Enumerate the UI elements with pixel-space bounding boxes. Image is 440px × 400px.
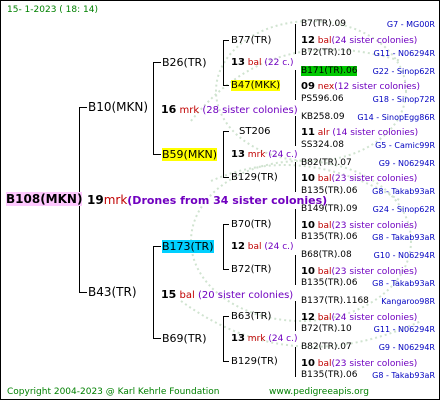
gen4-left-10[interactable]: B68(TR).08: [301, 249, 352, 262]
connector: [153, 154, 161, 155]
node-b77[interactable]: B77(TR): [231, 34, 271, 47]
drone-count: 19: [87, 193, 104, 207]
connector: [223, 224, 224, 270]
connector: [153, 246, 154, 339]
drone-sister-colonies: (Drones from 34 sister colonies): [127, 194, 328, 207]
gen4-left-0[interactable]: B7(TR).09: [301, 18, 346, 31]
gen4-right-12: Kangaroo98R: [381, 297, 435, 306]
gen4-right-14: G9 - N06294R: [378, 343, 435, 352]
connector: [295, 24, 296, 54]
pedigree-chart: 15- 1-2023 ( 18: 14) B108(MKN) 19mrk(Dro…: [0, 0, 440, 400]
gen4-left-6[interactable]: B82(TR).07: [301, 157, 352, 170]
connector: [295, 70, 296, 100]
gen4-left-11[interactable]: B135(TR).06: [301, 277, 357, 290]
connector: [295, 255, 296, 285]
gen4-left-15[interactable]: B135(TR).06: [301, 369, 357, 382]
gen4-right-13: G11 - N06294R: [373, 325, 435, 334]
node-b26[interactable]: B26(TR): [162, 56, 207, 69]
node-b69-drones: 13 mrk (24 c.): [231, 333, 298, 344]
node-b77-drones: 12 bal(24 sister colonies): [301, 35, 418, 46]
connector: [223, 177, 229, 178]
gen4-right-2: G22 - Sinop62R: [372, 67, 435, 76]
drone-species: mrk: [103, 193, 128, 207]
gen4-left-13[interactable]: B72(TR).10: [301, 323, 352, 336]
gen4-right-9: G8 - Takab93aR: [372, 233, 435, 242]
connector: [153, 62, 154, 155]
connector: [223, 131, 224, 178]
gen4-left-2[interactable]: B171(TR).06: [301, 65, 358, 78]
gen4-left-5[interactable]: SS324.08: [301, 139, 344, 152]
node-b129a[interactable]: B129(TR): [231, 171, 278, 184]
connector: [295, 347, 296, 377]
gen4-right-3: G18 - Sinop72R: [372, 95, 435, 104]
gen4-left-1[interactable]: B72(TR).10: [301, 47, 352, 60]
connector: [295, 209, 296, 239]
gen4-right-4: G14 - SinopEgg86R: [357, 113, 435, 122]
gen4-right-8: G24 - Sinop62R: [372, 205, 435, 214]
gen4-left-7[interactable]: B135(TR).06: [301, 185, 357, 198]
gen4-left-4[interactable]: KB258.09: [301, 111, 345, 124]
connector: [223, 316, 229, 317]
connector: [79, 292, 87, 293]
node-b43-drones: 15 bal (20 sister colonies): [161, 288, 294, 301]
node-b69[interactable]: B69(TR): [162, 332, 207, 345]
node-b173-drones: 12 bal (24 c.): [231, 241, 294, 252]
gen4-right-15: G8 - Takab93aR: [372, 371, 435, 380]
root-node[interactable]: B108(MKN): [6, 192, 83, 206]
date-stamp: 15- 1-2023 ( 18: 14): [7, 5, 98, 15]
gen4-left-3[interactable]: PS596.06: [301, 93, 344, 106]
node-b59[interactable]: B59(MKN): [162, 148, 218, 161]
gen4-right-5: G5 - Camic99R: [375, 141, 435, 150]
gen4-right-0: G7 - MG00R: [386, 20, 435, 29]
node-b129b[interactable]: B129(TR): [231, 355, 278, 368]
gen4-left-8[interactable]: B149(TR).09: [301, 203, 357, 216]
node-b26-drones: 13 bal (22 c.): [231, 57, 294, 68]
connector: [223, 361, 229, 362]
connector: [223, 224, 229, 225]
gen4-right-1: G11 - N06294R: [373, 49, 435, 58]
node-st206-drones: 11 alr (14 sister colonies): [301, 127, 419, 138]
node-b43[interactable]: B43(TR): [88, 286, 137, 299]
node-b63[interactable]: B63(TR): [231, 310, 271, 323]
gen4-right-6: G9 - N06294R: [378, 159, 435, 168]
node-st206[interactable]: ST206: [239, 125, 271, 138]
copyright-text: Copyright 2004-2023 @ Karl Kehrle Founda…: [7, 387, 220, 397]
node-b173[interactable]: B173(TR): [162, 240, 214, 253]
connector: [153, 246, 161, 247]
connector: [223, 269, 229, 270]
node-b59-drones: 13 mrk (24 c.): [231, 149, 298, 160]
gen4-right-10: G10 - N06294R: [373, 251, 435, 260]
connector: [153, 62, 161, 63]
connector: [153, 338, 161, 339]
connector: [223, 40, 229, 41]
gen4-left-14[interactable]: B82(TR).07: [301, 341, 352, 354]
root-drone-note: 19mrk(Drones from 34 sister colonies): [87, 193, 328, 208]
connector: [295, 162, 296, 192]
website-link[interactable]: www.pedigreeapis.org: [269, 386, 369, 399]
connector: [223, 316, 224, 362]
gen4-left-12[interactable]: B137(TR).1168: [301, 295, 369, 308]
connector: [295, 116, 296, 146]
gen4-right-7: G8 - Takab93aR: [372, 187, 435, 196]
gen4-right-11: G8 - Takab93aR: [372, 279, 435, 288]
node-b129a-drones: 10 bal(23 sister colonies): [301, 173, 418, 184]
root-label: B108(MKN): [6, 192, 83, 206]
connector: [223, 40, 224, 86]
gen4-left-9[interactable]: B135(TR).06: [301, 231, 357, 244]
connector: [223, 131, 229, 132]
connector: [295, 301, 296, 331]
node-b47-drones: 09 nex(12 sister colonies): [301, 81, 420, 92]
node-b72[interactable]: B72(TR): [231, 263, 271, 276]
node-b47[interactable]: B47(MKK): [231, 79, 281, 92]
node-b10[interactable]: B10(MKN): [88, 101, 148, 114]
connector: [79, 107, 87, 108]
node-b10-drones: 16 mrk (28 sister colonies): [161, 103, 298, 116]
connector: [223, 85, 229, 86]
node-b70[interactable]: B70(TR): [231, 218, 271, 231]
